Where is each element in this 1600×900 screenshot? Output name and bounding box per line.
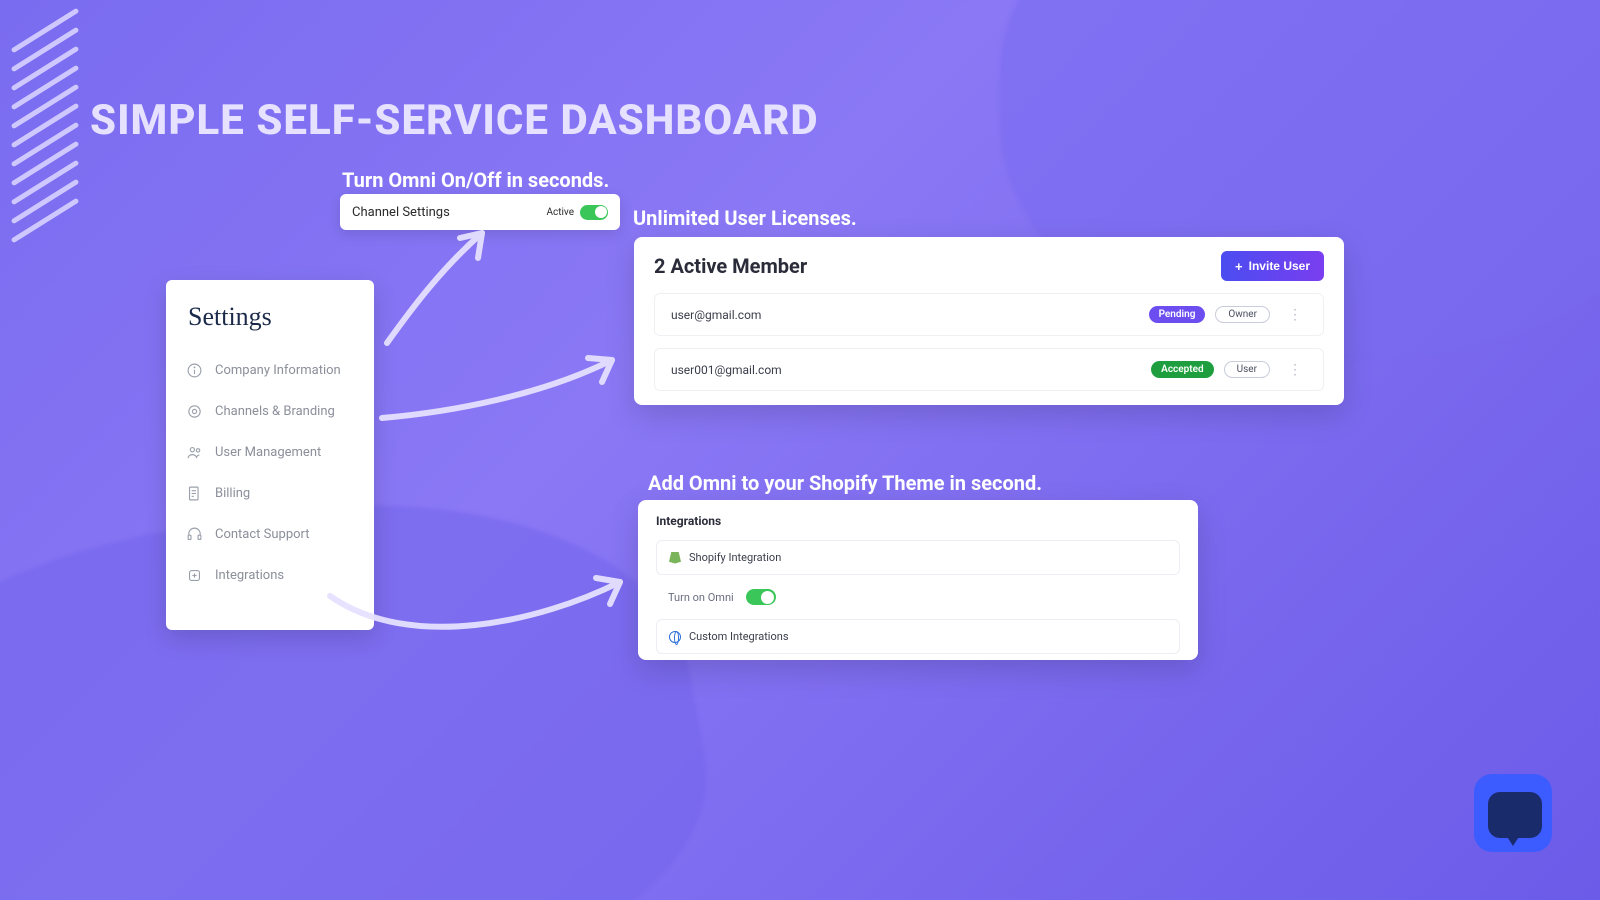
user-row: user@gmail.com Pending Owner ⋮ bbox=[654, 293, 1324, 336]
user-email: user001@gmail.com bbox=[671, 363, 1151, 377]
role-pill: User bbox=[1224, 361, 1270, 378]
users-panel: 2 Active Member + Invite User user@gmail… bbox=[634, 237, 1344, 405]
sidebar-item-billing[interactable]: Billing bbox=[182, 473, 358, 514]
user-row: user001@gmail.com Accepted User ⋮ bbox=[654, 348, 1324, 391]
channel-settings-title: Channel Settings bbox=[352, 205, 546, 220]
users-icon bbox=[186, 444, 203, 461]
channel-active-toggle[interactable] bbox=[580, 205, 608, 220]
invite-user-label: Invite User bbox=[1249, 259, 1310, 273]
sidebar-item-label: Integrations bbox=[215, 568, 284, 583]
active-member-count: 2 Active Member bbox=[654, 254, 1221, 278]
turn-on-omni-label: Turn on Omni bbox=[668, 591, 734, 604]
integrations-panel: Integrations Shopify Integration Turn on… bbox=[638, 500, 1198, 660]
sidebar-item-company-information[interactable]: Company Information bbox=[182, 350, 358, 391]
integration-row-custom[interactable]: Custom Integrations bbox=[656, 619, 1180, 654]
sidebar-item-label: Billing bbox=[215, 486, 250, 501]
status-badge: Accepted bbox=[1151, 361, 1213, 378]
sidebar-item-label: Channels & Branding bbox=[215, 404, 335, 419]
decorative-stripes bbox=[6, 14, 84, 237]
turn-on-omni-toggle[interactable] bbox=[746, 589, 776, 605]
receipt-icon bbox=[186, 485, 203, 502]
channel-settings-card: Channel Settings Active bbox=[340, 194, 620, 230]
integrations-title: Integrations bbox=[656, 514, 1180, 528]
info-icon bbox=[186, 362, 203, 379]
settings-title: Settings bbox=[188, 302, 358, 332]
brand-logo bbox=[1474, 774, 1552, 852]
annotation-turn-onoff: Turn Omni On/Off in seconds. bbox=[342, 168, 609, 192]
integration-label: Custom Integrations bbox=[689, 630, 789, 643]
sidebar-item-contact-support[interactable]: Contact Support bbox=[182, 514, 358, 555]
role-pill: Owner bbox=[1215, 306, 1270, 323]
arrow-annotation bbox=[372, 340, 642, 430]
sidebar-item-label: Company Information bbox=[215, 363, 341, 378]
shopify-icon bbox=[669, 552, 681, 564]
eye-icon bbox=[186, 403, 203, 420]
headset-icon bbox=[186, 526, 203, 543]
integration-row-shopify[interactable]: Shopify Integration bbox=[656, 540, 1180, 575]
sidebar-item-label: Contact Support bbox=[215, 527, 310, 542]
status-badge: Pending bbox=[1149, 306, 1206, 323]
user-email: user@gmail.com bbox=[671, 308, 1149, 322]
annotation-shopify: Add Omni to your Shopify Theme in second… bbox=[648, 471, 1042, 495]
sidebar-item-label: User Management bbox=[215, 445, 321, 460]
annotation-unlimited: Unlimited User Licenses. bbox=[633, 206, 857, 230]
row-menu-icon[interactable]: ⋮ bbox=[1284, 362, 1307, 378]
arrow-annotation bbox=[372, 218, 532, 348]
channel-active-label: Active bbox=[546, 207, 574, 218]
plus-icon: + bbox=[1235, 260, 1243, 273]
plug-icon bbox=[186, 567, 203, 584]
sidebar-item-channels-branding[interactable]: Channels & Branding bbox=[182, 391, 358, 432]
invite-user-button[interactable]: + Invite User bbox=[1221, 251, 1324, 281]
turn-on-omni-row: Turn on Omni bbox=[656, 583, 1180, 611]
page-headline: SIMPLE SELF-SERVICE DASHBOARD bbox=[90, 96, 819, 145]
sidebar-item-integrations[interactable]: Integrations bbox=[182, 555, 358, 596]
settings-sidebar: Settings Company Information Channels & … bbox=[166, 280, 374, 630]
integration-label: Shopify Integration bbox=[689, 551, 781, 564]
row-menu-icon[interactable]: ⋮ bbox=[1284, 307, 1307, 323]
sidebar-item-user-management[interactable]: User Management bbox=[182, 432, 358, 473]
globe-icon bbox=[669, 631, 681, 643]
